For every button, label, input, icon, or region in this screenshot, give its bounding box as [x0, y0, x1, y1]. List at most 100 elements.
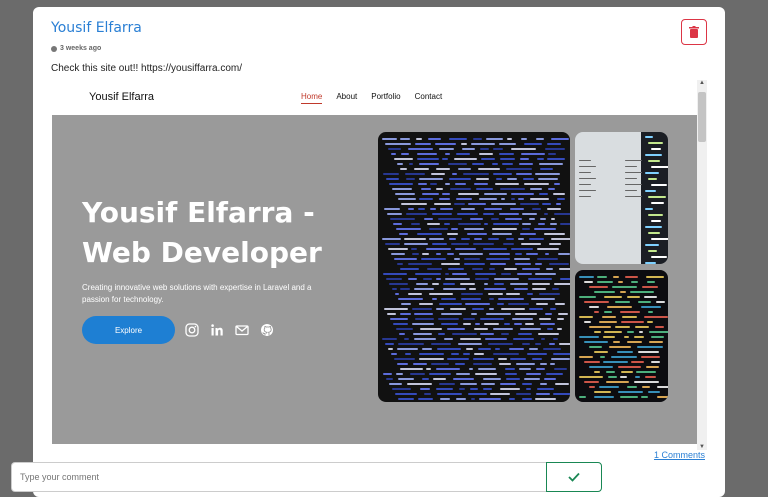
- code-texture-line: [392, 288, 397, 290]
- code-texture-line: [415, 143, 432, 145]
- code-texture-line: [452, 333, 477, 335]
- code-texture-line: [391, 353, 398, 355]
- code-texture-line: [445, 278, 471, 280]
- code-texture-line: [524, 143, 543, 145]
- comments-count-link[interactable]: 1 Comments: [654, 450, 705, 460]
- code-texture-line: [544, 233, 565, 235]
- code-texture-line: [532, 283, 551, 285]
- code-texture-line: [495, 348, 500, 350]
- code-texture-line: [397, 363, 408, 365]
- code-texture-line: [497, 358, 507, 360]
- code-texture-line: [543, 378, 556, 380]
- code-texture-line: [522, 268, 540, 270]
- code-texture-line: [471, 308, 484, 310]
- code-texture-line: [492, 228, 518, 230]
- github-icon[interactable]: [260, 323, 274, 337]
- code-texture-line: [429, 228, 448, 230]
- code-texture-line: [429, 238, 444, 240]
- code-texture-line: [535, 263, 543, 265]
- code-texture-line: [548, 153, 556, 155]
- code-texture-line: [466, 233, 488, 235]
- explore-button[interactable]: Explore: [82, 316, 175, 344]
- code-texture-line: [540, 218, 547, 220]
- code-texture-line: [634, 326, 650, 328]
- code-texture-line: [503, 268, 517, 270]
- code-texture-line: [525, 253, 539, 255]
- code-texture-line: [645, 226, 662, 228]
- code-texture-line: [470, 218, 484, 220]
- nav-portfolio[interactable]: Portfolio: [371, 92, 400, 104]
- code-texture-line: [645, 208, 653, 210]
- code-texture-line: [489, 268, 496, 270]
- code-texture-line: [622, 316, 637, 318]
- mail-icon[interactable]: [235, 323, 249, 337]
- code-texture-line: [418, 353, 445, 355]
- code-texture-line: [415, 318, 435, 320]
- code-texture-line: [579, 396, 586, 398]
- site-brand[interactable]: Yousif Elfarra: [89, 91, 154, 103]
- code-texture-line: [418, 398, 433, 400]
- preview-scrollbar[interactable]: ▲ ▼: [697, 80, 707, 450]
- code-texture-line: [473, 358, 495, 360]
- link-preview-frame[interactable]: Yousif Elfarra Home About Portfolio Cont…: [52, 80, 707, 444]
- code-texture-line: [519, 233, 537, 235]
- code-texture-line: [491, 218, 499, 220]
- instagram-icon[interactable]: [185, 323, 199, 337]
- code-texture-line: [594, 391, 611, 393]
- code-texture-line: [394, 158, 413, 160]
- scroll-thumb[interactable]: [698, 92, 706, 142]
- code-texture-line: [597, 281, 614, 283]
- code-texture-line: [495, 183, 519, 185]
- nav-home[interactable]: Home: [301, 92, 323, 104]
- code-texture-line: [432, 378, 446, 380]
- code-texture-line: [645, 190, 656, 192]
- code-texture-line: [511, 248, 533, 250]
- code-texture-line: [623, 336, 630, 338]
- code-texture-line: [436, 253, 441, 255]
- code-texture-line: [538, 223, 545, 225]
- post-author[interactable]: Yousif Elfarra: [51, 20, 142, 36]
- code-texture-line: [648, 178, 657, 180]
- code-texture-line: [548, 343, 556, 345]
- nav-about[interactable]: About: [336, 92, 357, 104]
- code-texture-line: [654, 326, 664, 328]
- code-texture-line: [510, 193, 535, 195]
- code-texture-line: [435, 388, 453, 390]
- code-texture-line: [470, 388, 478, 390]
- code-texture-line: [650, 361, 660, 363]
- code-texture-line: [459, 253, 484, 255]
- scroll-up-icon[interactable]: ▲: [699, 80, 705, 86]
- code-texture-line: [554, 183, 561, 185]
- code-texture-line: [413, 313, 433, 315]
- code-texture-line: [481, 383, 495, 385]
- code-texture-line: [398, 298, 424, 300]
- submit-comment-button[interactable]: [546, 462, 602, 492]
- code-texture-line: [432, 283, 439, 285]
- code-texture-line: [387, 313, 397, 315]
- code-texture-line: [385, 143, 411, 145]
- code-texture-line: [545, 253, 550, 255]
- code-texture-line: [611, 356, 637, 358]
- code-texture-line: [519, 163, 534, 165]
- code-texture-line: [521, 153, 546, 155]
- code-texture-line: [484, 338, 507, 340]
- code-texture-line: [500, 333, 510, 335]
- code-texture-line: [450, 243, 469, 245]
- nav-contact[interactable]: Contact: [415, 92, 443, 104]
- code-texture-line: [509, 208, 524, 210]
- code-texture-line: [387, 213, 402, 215]
- code-texture-line: [397, 263, 404, 265]
- delete-post-button[interactable]: [681, 19, 707, 45]
- comment-input[interactable]: [11, 462, 546, 492]
- code-texture-line: [506, 138, 512, 140]
- code-texture-line: [418, 358, 444, 360]
- code-texture-line: [589, 306, 599, 308]
- code-texture-line: [498, 363, 511, 365]
- code-texture-line: [483, 208, 503, 210]
- code-texture-line: [385, 343, 394, 345]
- site-nav-links: Home About Portfolio Contact: [301, 92, 442, 104]
- code-texture-line: [612, 276, 619, 278]
- code-texture-line: [549, 308, 556, 310]
- linkedin-icon[interactable]: [210, 323, 224, 337]
- code-texture-line: [500, 158, 515, 160]
